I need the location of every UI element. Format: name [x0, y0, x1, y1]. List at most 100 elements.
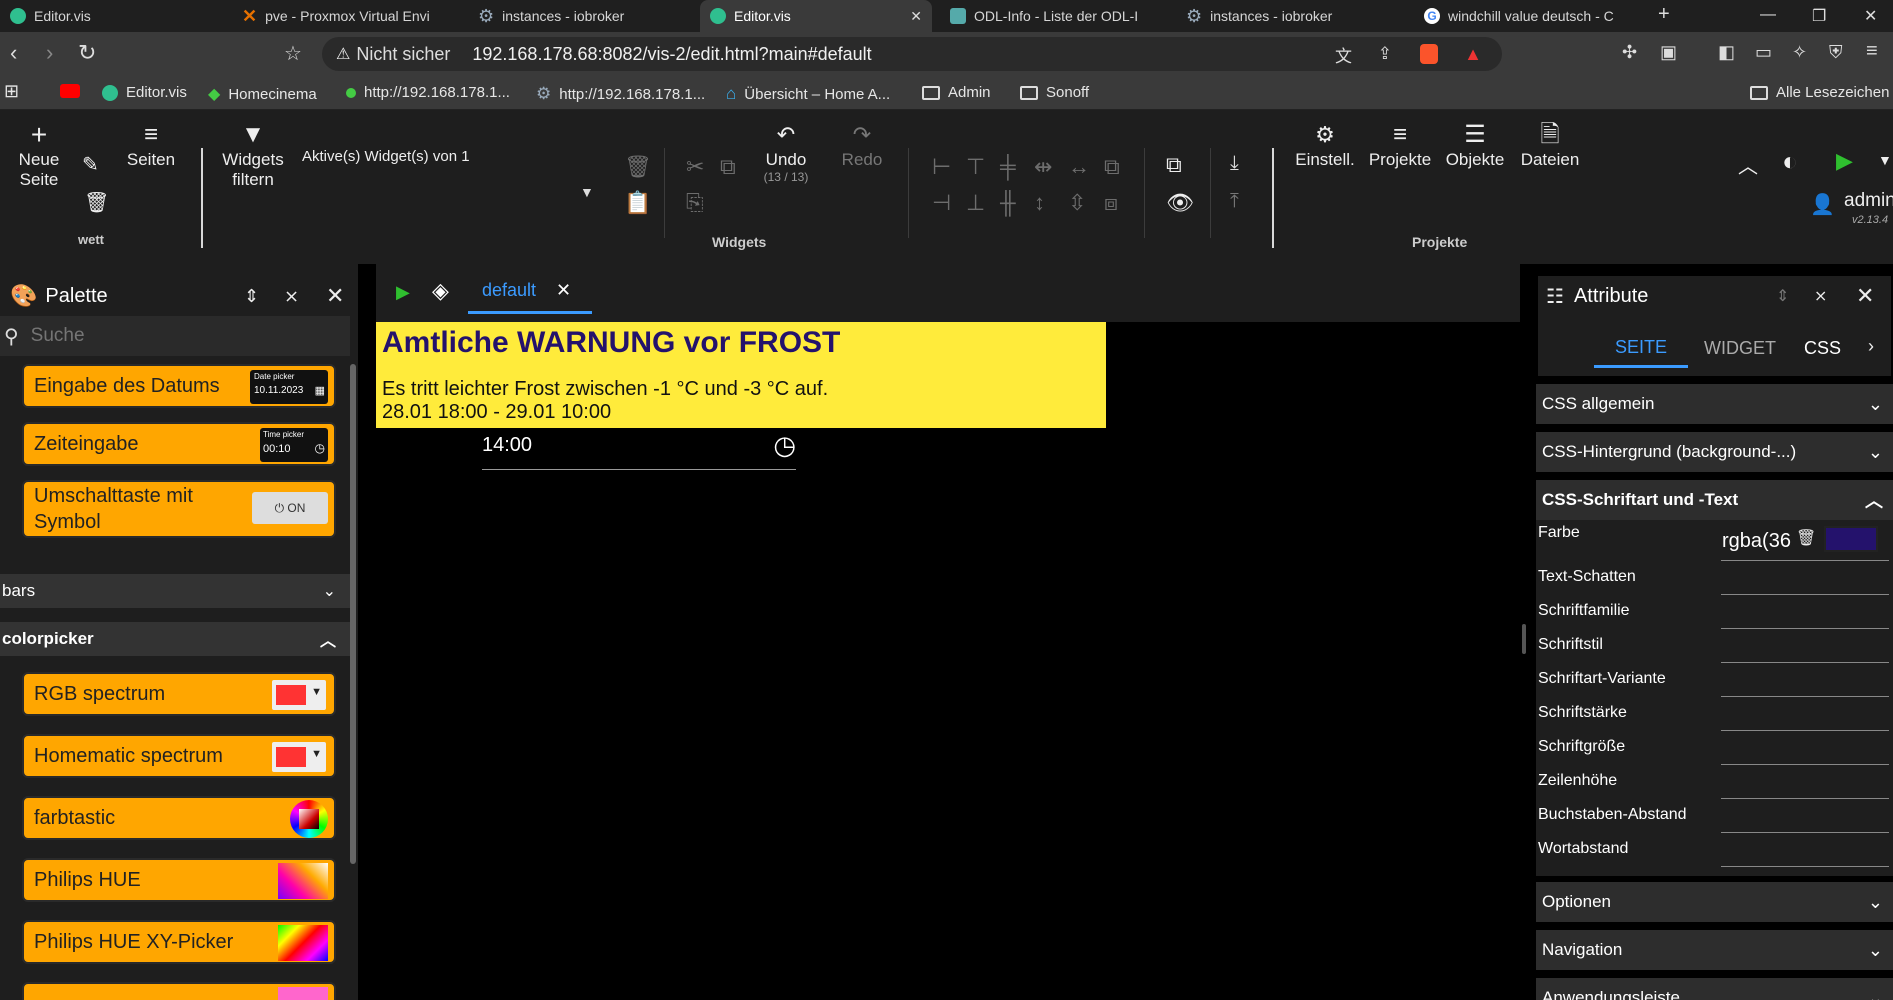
export-icon[interactable]: ⤒ [1230, 190, 1239, 213]
word-spacing-input[interactable] [1721, 866, 1889, 867]
align-bottom-icon[interactable]: ⊥ [966, 190, 985, 216]
browser-tab[interactable]: ⚙ instances - iobroker [1176, 0, 1406, 32]
align-center-h-icon[interactable]: ╫ [1000, 190, 1016, 216]
bookmark-icon[interactable]: ☆ [284, 41, 302, 66]
projects-button[interactable]: ≡ Projekte [1366, 121, 1434, 170]
bookmark-item[interactable]: ◆ Homecinema [208, 84, 317, 104]
bookmark-item[interactable]: ⌂ Übersicht – Home A... [726, 84, 890, 104]
browser-tab[interactable]: ODL-Info - Liste der ODL-I [940, 0, 1170, 32]
align-left-icon[interactable]: ⊢ [932, 154, 951, 180]
widget-select-dropdown-icon[interactable]: ▼ [580, 184, 594, 200]
close-icon[interactable]: ✕ [326, 283, 344, 309]
browser-tab[interactable]: ✕ pve - Proxmox Virtual Envi [232, 0, 462, 32]
collapse-toolbar-icon[interactable]: ︿ [1738, 150, 1758, 179]
new-tab-icon[interactable]: + [1658, 3, 1670, 26]
distribute-h-icon[interactable]: ⇹ [1034, 154, 1052, 180]
group-colorpicker[interactable]: colorpicker ︿ [0, 622, 350, 656]
copy-icon[interactable]: ⧉ [720, 154, 736, 180]
pages-button[interactable]: ≡ Seiten [126, 121, 176, 170]
undo-button[interactable]: ↶ Undo (13 / 13) [756, 122, 816, 184]
bookmark-folder[interactable]: Admin [922, 84, 991, 101]
widget-farbtastic[interactable]: farbtastic [22, 796, 336, 840]
paste-icon[interactable]: 📋 [624, 190, 651, 216]
url-text[interactable]: 192.168.178.68:8082/vis-2/edit.html?main… [472, 44, 871, 65]
run-view-icon[interactable]: ▶ [396, 282, 410, 303]
close-tab-icon[interactable]: ✕ [910, 8, 922, 25]
search-field[interactable]: ⚲ [0, 316, 350, 356]
run-icon[interactable]: ▶ [1836, 148, 1853, 174]
open-runtime-icon[interactable]: ⧉ [1166, 152, 1182, 178]
paste-icon[interactable]: ⎘ [686, 190, 704, 216]
widget-colorpicker-more[interactable] [22, 982, 336, 1000]
tab-seite[interactable]: SEITE [1594, 326, 1688, 368]
browser-tab[interactable]: ⚙ instances - iobroker [468, 0, 698, 32]
brave-rewards-icon[interactable]: ▲ [1464, 44, 1482, 65]
font-weight-input[interactable] [1721, 730, 1889, 731]
text-shadow-input[interactable] [1721, 594, 1889, 595]
close-tab-icon[interactable]: ✕ [556, 280, 571, 301]
section-css-general[interactable]: CSS allgemein ⌄ [1536, 384, 1893, 424]
close-icon[interactable]: ✕ [1856, 283, 1874, 309]
preview-eye-icon[interactable]: 👁 [1166, 190, 1194, 216]
address-bar[interactable]: ⚠ Nicht sicher 192.168.178.68:8082/vis-2… [322, 37, 1502, 71]
warning-widget[interactable]: Amtliche WARNUNG vor FROST Es tritt leic… [376, 322, 1106, 428]
leo-icon[interactable]: ✧ [1792, 42, 1807, 63]
widget-toggle-symbol[interactable]: Umschalttaste mit Symbol ⏻ ON [22, 480, 336, 538]
letter-spacing-input[interactable] [1721, 832, 1889, 833]
widget-philips-hue-xy[interactable]: Philips HUE XY-Picker [22, 920, 336, 964]
dropdown-icon[interactable]: ▼ [1878, 152, 1892, 168]
files-button[interactable]: 🗎 Dateien [1514, 121, 1586, 170]
all-bookmarks[interactable]: Alle Lesezeichen [1750, 84, 1889, 101]
section-app-bar[interactable]: Anwendungsleiste ⌄ [1536, 978, 1893, 1000]
search-input[interactable] [30, 325, 311, 347]
font-variant-input[interactable] [1721, 696, 1889, 697]
widget-date-picker[interactable]: Eingabe des Datums Date picker 10.11.202… [22, 364, 336, 408]
wallet-icon[interactable]: ▭ [1755, 42, 1772, 63]
collapse-all-icon[interactable]: ⨯ [284, 286, 299, 307]
menu-icon[interactable]: ≡ [1866, 40, 1878, 63]
delete-icon[interactable]: 🗑 [624, 154, 652, 180]
bookmark-item[interactable]: Editor.vis [102, 84, 187, 101]
align-top-icon[interactable]: ⊤ [966, 154, 985, 180]
delete-page-icon[interactable]: 🗑 [84, 190, 109, 215]
bookmark-item[interactable]: http://192.168.178.1... [346, 84, 510, 101]
layers-icon[interactable]: ◈ [432, 278, 449, 304]
same-height-icon[interactable]: ⇳ [1068, 190, 1086, 216]
brave-shield-icon[interactable] [1420, 44, 1438, 64]
expand-all-icon[interactable]: ⇕ [244, 286, 259, 307]
settings-button[interactable]: ⚙ Einstell. [1290, 122, 1360, 170]
section-css-font[interactable]: CSS-Schriftart und -Text ︿ [1536, 480, 1893, 520]
new-page-button[interactable]: + Neue Seite [14, 120, 64, 190]
theme-toggle-icon[interactable]: ◐ [1782, 146, 1798, 177]
send-back-icon[interactable]: ⧈ [1104, 190, 1118, 216]
sidebar-icon[interactable]: ◧ [1718, 42, 1735, 63]
distribute-v-icon[interactable]: ↕ [1034, 190, 1045, 216]
close-window-icon[interactable]: ✕ [1864, 6, 1877, 26]
section-options[interactable]: Optionen ⌄ [1536, 882, 1893, 922]
bookmark-item[interactable]: ⚙ http://192.168.178.1... [536, 84, 705, 104]
group-bars[interactable]: bars ⌄ [0, 574, 350, 608]
align-right-icon[interactable]: ⊣ [932, 190, 951, 216]
color-swatch-button[interactable] [1824, 526, 1878, 552]
font-size-input[interactable] [1721, 764, 1889, 765]
palette-scrollbar[interactable] [350, 364, 356, 864]
expand-all-icon[interactable]: ⇕ [1776, 286, 1789, 306]
cut-icon[interactable]: ✂ [686, 154, 704, 180]
browser-tab-active[interactable]: Editor.vis ✕ [700, 0, 932, 32]
browser-tab[interactable]: G windchill value deutsch - C [1414, 0, 1644, 32]
font-style-input[interactable] [1721, 662, 1889, 663]
redo-button[interactable]: ↷ Redo [832, 122, 892, 170]
tab-default[interactable]: default ✕ [468, 272, 592, 314]
filter-widgets-button[interactable]: ▼ Widgets filtern [218, 121, 288, 190]
minimize-icon[interactable]: — [1760, 6, 1776, 24]
edit-icon[interactable]: ✎ [82, 152, 99, 177]
right-resize-handle[interactable] [1522, 624, 1526, 654]
font-family-input[interactable] [1721, 628, 1889, 629]
maximize-icon[interactable]: ❐ [1812, 6, 1826, 26]
align-center-v-icon[interactable]: ╪ [1000, 154, 1016, 180]
back-icon[interactable]: ‹ [10, 40, 17, 66]
media-icon[interactable]: ▣ [1660, 42, 1677, 63]
widget-time-picker[interactable]: Zeiteingabe Time picker 00:10 ◷ [22, 422, 336, 466]
chevron-right-icon[interactable]: › [1868, 336, 1874, 357]
tab-css[interactable]: CSS [1804, 338, 1841, 359]
